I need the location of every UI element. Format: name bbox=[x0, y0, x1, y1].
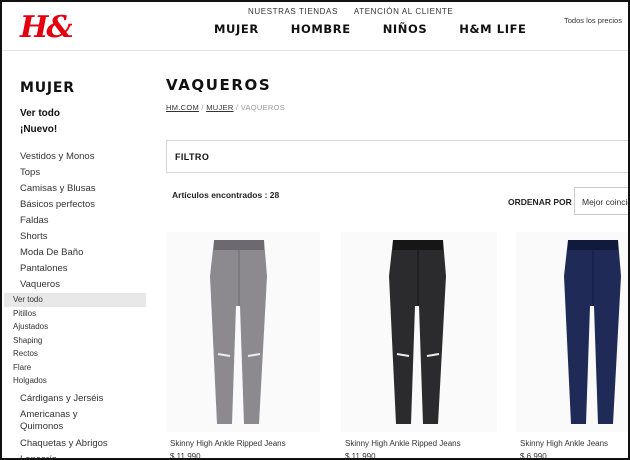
sidebar-subitem-shaping[interactable]: Shaping bbox=[4, 334, 146, 348]
sidebar-item-americanas[interactable]: Americanas y Quimonos bbox=[20, 407, 90, 436]
page-frame: H&M NUESTRAS TIENDAS ATENCIÓN AL CLIENTE… bbox=[0, 0, 630, 460]
sidebar-subitem-holgados[interactable]: Holgados bbox=[4, 374, 146, 388]
sidebar-item-basicos[interactable]: Básicos perfectos bbox=[20, 197, 146, 213]
sidebar-subitem-flare[interactable]: Flare bbox=[4, 361, 146, 375]
sidebar-subitem-ajustados[interactable]: Ajustados bbox=[4, 320, 146, 334]
sidebar-subitem-rectos[interactable]: Rectos bbox=[4, 347, 146, 361]
product-price: $ 6.990 bbox=[520, 452, 547, 460]
sidebar-item-pantalones[interactable]: Pantalones bbox=[20, 261, 146, 277]
sidebar-ver-todo[interactable]: Ver todo bbox=[20, 108, 60, 119]
nav-hm-life[interactable]: H&M LIFE bbox=[459, 22, 526, 36]
sidebar-item-tops[interactable]: Tops bbox=[20, 165, 146, 181]
sidebar-item-shorts[interactable]: Shorts bbox=[20, 229, 146, 245]
logo-text: H&M bbox=[19, 10, 72, 45]
prices-note: Todos los precios bbox=[564, 16, 622, 25]
product-name[interactable]: Skinny High Ankle Jeans bbox=[520, 439, 608, 448]
jeans-image bbox=[389, 240, 446, 424]
jeans-image bbox=[210, 240, 267, 424]
sidebar-title: MUJER bbox=[20, 80, 75, 96]
sidebar-item-lenceria[interactable]: Lencería bbox=[20, 452, 146, 459]
breadcrumb-home[interactable]: HM.COM bbox=[166, 103, 199, 112]
header-divider bbox=[2, 50, 628, 51]
product-card[interactable]: Skinny High Ankle Ripped Jeans $ 11.990 bbox=[341, 232, 497, 458]
sidebar-subitem-ver-todo[interactable]: Ver todo bbox=[4, 293, 146, 307]
product-image[interactable] bbox=[341, 232, 497, 432]
product-image[interactable] bbox=[166, 232, 320, 432]
product-card[interactable]: Skinny High Ankle Ripped Jeans $ 11.990 bbox=[166, 232, 320, 458]
breadcrumb-current: VAQUEROS bbox=[240, 103, 286, 112]
sidebar-item-chaquetas[interactable]: Chaquetas y Abrigos bbox=[20, 436, 146, 452]
results-count: Artículos encontrados : 28 bbox=[172, 190, 280, 200]
main-nav: MUJER HOMBRE NIÑOS H&M LIFE bbox=[214, 22, 527, 36]
hm-logo[interactable]: H&M bbox=[18, 6, 72, 46]
breadcrumb: HM.COM / MUJER / VAQUEROS bbox=[166, 103, 285, 112]
sidebar-item-bano[interactable]: Moda De Baño bbox=[20, 245, 146, 261]
product-name[interactable]: Skinny High Ankle Ripped Jeans bbox=[170, 439, 286, 448]
filter-bar[interactable]: FILTRO bbox=[166, 140, 628, 173]
breadcrumb-section[interactable]: MUJER bbox=[206, 103, 233, 112]
page-title: VAQUEROS bbox=[166, 76, 272, 94]
sort-label: ORDENAR POR bbox=[508, 197, 572, 207]
product-image[interactable] bbox=[516, 232, 628, 432]
sidebar-subitem-pitillos[interactable]: Pitillos bbox=[4, 307, 146, 321]
filter-label: FILTRO bbox=[175, 152, 210, 162]
sidebar-nuevo[interactable]: ¡Nuevo! bbox=[20, 124, 57, 135]
jeans-image bbox=[564, 240, 621, 424]
customer-service-link[interactable]: ATENCIÓN AL CLIENTE bbox=[354, 7, 453, 16]
product-price: $ 11.990 bbox=[170, 452, 201, 460]
nav-ninos[interactable]: NIÑOS bbox=[383, 22, 428, 36]
sidebar-item-camisas[interactable]: Camisas y Blusas bbox=[20, 181, 146, 197]
sidebar-category-list: Vestidos y Monos Tops Camisas y Blusas B… bbox=[4, 149, 146, 459]
nav-hombre[interactable]: HOMBRE bbox=[291, 22, 351, 36]
sidebar-item-cardigans[interactable]: Cárdigans y Jerséis bbox=[20, 391, 146, 407]
product-name[interactable]: Skinny High Ankle Ripped Jeans bbox=[345, 439, 461, 448]
product-price: $ 11.990 bbox=[345, 452, 376, 460]
breadcrumb-separator: / bbox=[233, 103, 241, 112]
sidebar-item-vestidos[interactable]: Vestidos y Monos bbox=[20, 149, 146, 165]
sort-select[interactable]: Mejor coincidencia bbox=[574, 187, 628, 215]
product-card[interactable]: Skinny High Ankle Jeans $ 6.990 bbox=[516, 232, 628, 458]
sidebar-item-vaqueros[interactable]: Vaqueros bbox=[20, 277, 146, 293]
top-links: NUESTRAS TIENDAS ATENCIÓN AL CLIENTE bbox=[248, 7, 453, 16]
nav-mujer[interactable]: MUJER bbox=[214, 22, 259, 36]
stores-link[interactable]: NUESTRAS TIENDAS bbox=[248, 7, 338, 16]
sidebar-item-faldas[interactable]: Faldas bbox=[20, 213, 146, 229]
